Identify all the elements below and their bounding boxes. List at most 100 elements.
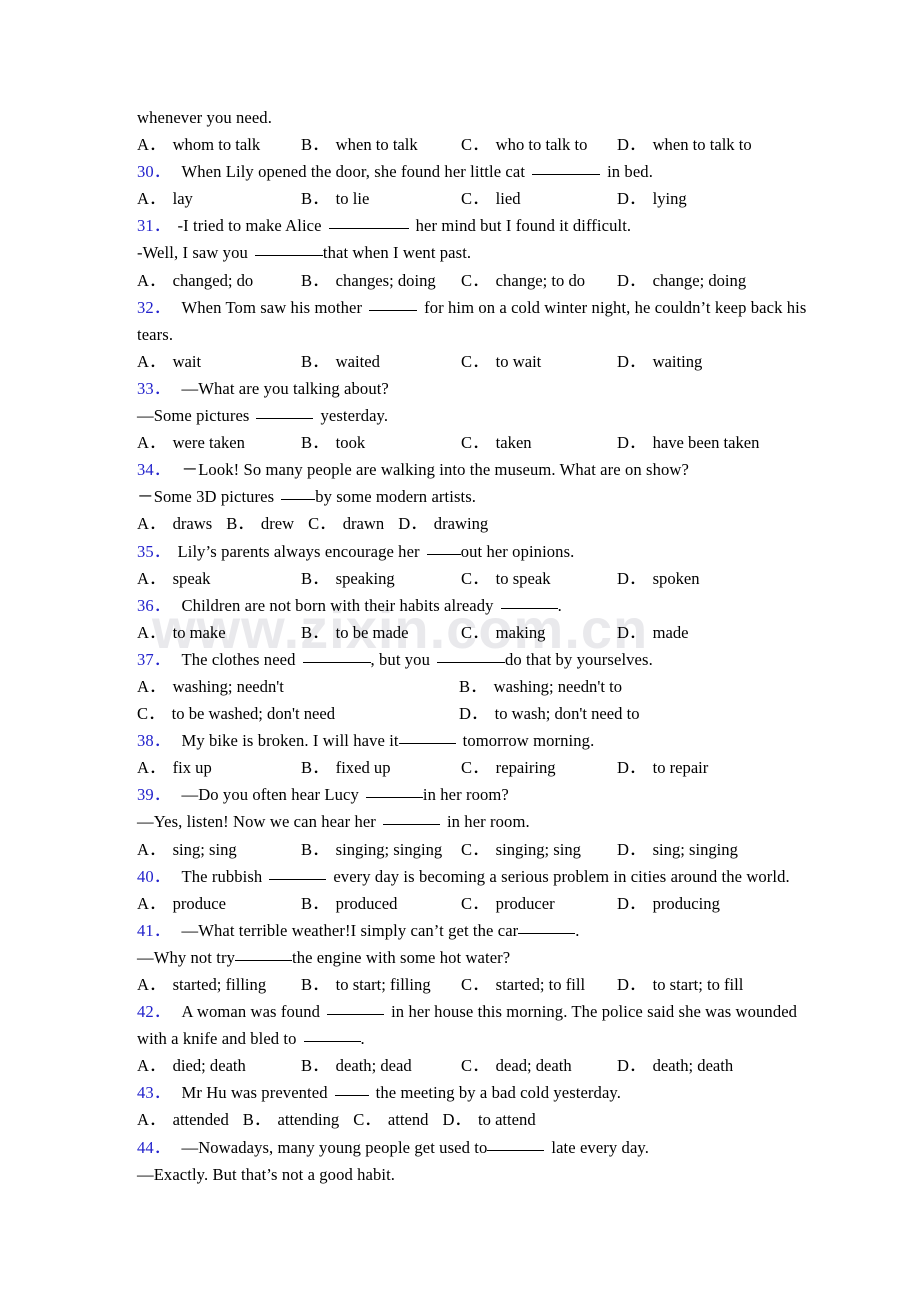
answer-blank[interactable] xyxy=(234,947,292,961)
option-text: have been taken xyxy=(652,433,760,453)
option-c[interactable]: C． who to talk to xyxy=(461,131,617,158)
option-a[interactable]: A． fix up xyxy=(137,754,301,781)
option-d[interactable]: D． made xyxy=(617,619,777,646)
stem-text: with a knife and bled to xyxy=(137,1029,297,1049)
option-text: drawing xyxy=(433,514,489,534)
option-b[interactable]: B． drew xyxy=(226,514,294,533)
option-b[interactable]: B． when to talk xyxy=(301,131,461,158)
stem-text: in her house this morning. The police sa… xyxy=(391,1002,798,1022)
option-a[interactable]: A． to make xyxy=(137,619,301,646)
option-c[interactable]: C． to speak xyxy=(461,565,617,592)
option-text: made xyxy=(652,622,689,642)
answer-blank[interactable] xyxy=(334,1082,369,1097)
option-b[interactable]: B． to lie xyxy=(301,185,461,212)
option-label: C xyxy=(461,839,473,859)
option-b[interactable]: B． waited xyxy=(301,348,461,375)
option-c[interactable]: C． attend xyxy=(353,1110,428,1129)
option-d[interactable]: D． change; doing xyxy=(617,267,777,294)
option-b[interactable]: B． singing; singing xyxy=(301,836,461,863)
answer-blank[interactable] xyxy=(382,811,440,826)
option-a[interactable]: A． changed; do xyxy=(137,267,301,294)
option-c[interactable]: C． repairing xyxy=(461,754,617,781)
option-b[interactable]: B． washing; needn't to xyxy=(459,673,779,700)
option-b[interactable]: B． changes; doing xyxy=(301,267,461,294)
option-label: C xyxy=(353,1110,365,1130)
answer-blank[interactable] xyxy=(365,784,423,799)
answer-blank[interactable] xyxy=(328,215,409,230)
option-b[interactable]: B． produced xyxy=(301,890,461,917)
option-b[interactable]: B． took xyxy=(301,429,461,456)
option-b[interactable]: B． to be made xyxy=(301,619,461,646)
option-d[interactable]: D． waiting xyxy=(617,348,777,375)
answer-blank[interactable] xyxy=(303,1028,361,1043)
answer-blank[interactable] xyxy=(518,920,576,934)
option-b[interactable]: B． to start; filling xyxy=(301,971,461,998)
option-row: A． whom to talk B． when to talk C． who to t… xyxy=(137,131,779,158)
answer-blank[interactable] xyxy=(436,649,505,663)
option-a[interactable]: A． sing; sing xyxy=(137,836,301,863)
stem-text: —Do you often hear Lucy xyxy=(181,785,359,805)
option-a[interactable]: A． draws xyxy=(137,514,212,533)
option-c[interactable]: C． lied xyxy=(461,185,617,212)
answer-blank[interactable] xyxy=(500,595,558,609)
option-b[interactable]: B． speaking xyxy=(301,565,461,592)
option-d[interactable]: D． to wash; don't need to xyxy=(459,700,779,727)
option-a[interactable]: A． washing; needn't xyxy=(137,673,459,700)
option-row: A． changed; do B． changes; doing C． change;… xyxy=(137,267,779,294)
option-d[interactable]: D． sing; singing xyxy=(617,836,777,863)
option-a[interactable]: A． speak xyxy=(137,565,301,592)
option-d[interactable]: D． death; death xyxy=(617,1052,777,1079)
option-d[interactable]: D． producing xyxy=(617,890,777,917)
answer-blank[interactable] xyxy=(327,1001,385,1016)
option-text: fix up xyxy=(172,758,212,778)
question-number: 41 xyxy=(137,920,154,940)
option-d[interactable]: D． have been taken xyxy=(617,429,777,456)
option-a[interactable]: A． were taken xyxy=(137,429,301,456)
option-a[interactable]: A． wait xyxy=(137,348,301,375)
answer-blank[interactable] xyxy=(398,730,456,745)
answer-blank[interactable] xyxy=(281,486,316,501)
question-stem: 42． A woman was found in her house this mo… xyxy=(137,1001,798,1022)
option-b[interactable]: B． fixed up xyxy=(301,754,461,781)
option-d[interactable]: D． to attend xyxy=(442,1110,535,1129)
option-c[interactable]: C． taken xyxy=(461,429,617,456)
option-d[interactable]: D． drawing xyxy=(398,514,488,533)
option-d[interactable]: D． lying xyxy=(617,185,777,212)
answer-blank[interactable] xyxy=(369,297,418,311)
answer-blank[interactable] xyxy=(269,866,327,880)
answer-blank[interactable] xyxy=(487,1137,545,1151)
option-c[interactable]: C． dead; death xyxy=(461,1052,617,1079)
option-c[interactable]: C． to wait xyxy=(461,348,617,375)
option-d[interactable]: D． when to talk to xyxy=(617,131,777,158)
answer-blank[interactable] xyxy=(302,649,371,663)
option-d[interactable]: D． spoken xyxy=(617,565,777,592)
option-a[interactable]: A． died; death xyxy=(137,1052,301,1079)
answer-blank[interactable] xyxy=(256,405,314,420)
option-c[interactable]: C． making xyxy=(461,619,617,646)
option-a[interactable]: A． lay xyxy=(137,185,301,212)
option-a[interactable]: A． started; filling xyxy=(137,971,301,998)
stem-text: When Lily opened the door, she found her… xyxy=(181,162,526,182)
option-c[interactable]: C． started; to fill xyxy=(461,971,617,998)
option-text: washing; needn't to xyxy=(493,676,623,696)
option-a[interactable]: A． whom to talk xyxy=(137,131,301,158)
option-a[interactable]: A． produce xyxy=(137,890,301,917)
option-d[interactable]: D． to start; to fill xyxy=(617,971,777,998)
answer-blank[interactable] xyxy=(254,242,323,257)
option-b[interactable]: B． death; dead xyxy=(301,1052,461,1079)
answer-blank[interactable] xyxy=(426,541,461,555)
option-c[interactable]: C． drawn xyxy=(308,514,384,533)
option-c[interactable]: C． producer xyxy=(461,890,617,917)
option-a[interactable]: A． attended xyxy=(137,1110,229,1129)
question-stem-line2: —Exactly. But that’s not a good habit. xyxy=(137,1164,396,1184)
question-stem: 43． Mr Hu was prevented the meeting by a b… xyxy=(137,1082,621,1103)
answer-blank[interactable] xyxy=(532,161,601,176)
option-c[interactable]: C． to be washed; don't need xyxy=(137,700,459,727)
stem-text: The clothes need xyxy=(181,649,296,669)
option-c[interactable]: C． singing; sing xyxy=(461,836,617,863)
option-b[interactable]: B． attending xyxy=(243,1110,339,1129)
option-d[interactable]: D． to repair xyxy=(617,754,777,781)
question-stem: 31． -I tried to make Alice her mind but I … xyxy=(137,215,632,236)
option-text: death; death xyxy=(652,1056,734,1076)
option-c[interactable]: C． change; to do xyxy=(461,267,617,294)
